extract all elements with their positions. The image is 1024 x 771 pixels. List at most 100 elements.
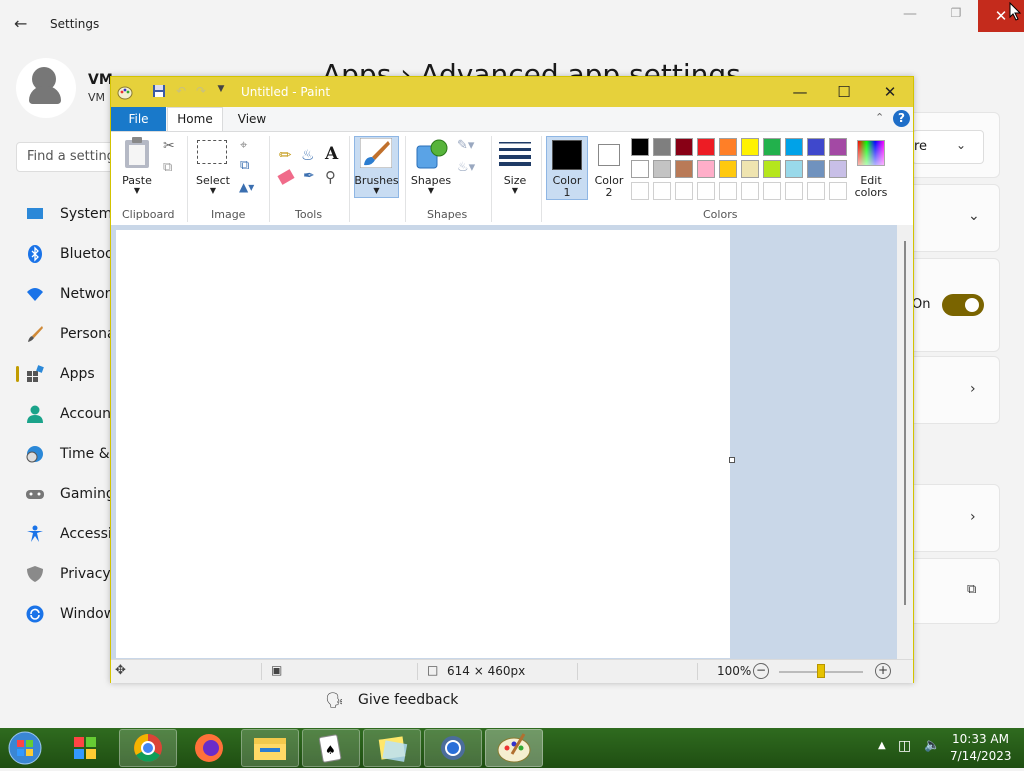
paste-icon[interactable] bbox=[123, 136, 151, 168]
custom-color-slot[interactable] bbox=[763, 182, 781, 200]
custom-color-slot[interactable] bbox=[719, 182, 737, 200]
eraser-icon[interactable] bbox=[277, 169, 295, 185]
size-dropdown-icon[interactable]: ▼ bbox=[495, 186, 535, 195]
sidebar-item-network[interactable]: Network & internet bbox=[16, 277, 116, 311]
tab-home[interactable]: Home bbox=[167, 107, 223, 131]
action-center-icon[interactable]: ◫ bbox=[898, 738, 911, 754]
custom-color-slot[interactable] bbox=[653, 182, 671, 200]
palette-swatch[interactable] bbox=[653, 138, 671, 156]
color2-swatch[interactable] bbox=[598, 144, 620, 166]
palette-swatch[interactable] bbox=[829, 160, 847, 178]
tab-view[interactable]: View bbox=[229, 107, 275, 131]
taskbar-file-explorer-icon[interactable] bbox=[241, 729, 299, 767]
undo-icon[interactable]: ↶ bbox=[173, 84, 189, 100]
vertical-scrollbar[interactable] bbox=[897, 225, 913, 659]
paint-minimize-button[interactable]: — bbox=[777, 77, 823, 107]
palette-swatch[interactable] bbox=[631, 160, 649, 178]
paste-dropdown-icon[interactable]: ▼ bbox=[119, 186, 155, 195]
sidebar-item-accessibility[interactable]: Accessibility bbox=[16, 517, 116, 551]
taskbar-firefox-icon[interactable] bbox=[180, 729, 238, 767]
palette-swatch[interactable] bbox=[763, 160, 781, 178]
zoom-slider-thumb[interactable] bbox=[817, 664, 825, 678]
palette-swatch[interactable] bbox=[829, 138, 847, 156]
redo-icon[interactable]: ↷ bbox=[193, 84, 209, 100]
select-icon[interactable] bbox=[197, 140, 227, 164]
paint-maximize-button[interactable]: ☐ bbox=[821, 77, 867, 107]
custom-color-slot[interactable] bbox=[829, 182, 847, 200]
custom-color-slot[interactable] bbox=[631, 182, 649, 200]
collapse-ribbon-icon[interactable]: ⌃ bbox=[875, 111, 884, 124]
crop-icon[interactable]: ⌖ bbox=[240, 138, 247, 153]
maximize-button[interactable]: ❐ bbox=[944, 6, 968, 26]
save-icon[interactable] bbox=[151, 84, 167, 100]
sidebar-item-gaming[interactable]: Gaming bbox=[16, 477, 116, 511]
shape-fill-icon[interactable]: ♨▾ bbox=[457, 160, 475, 175]
taskbar-settings-icon[interactable] bbox=[424, 729, 482, 767]
rotate-icon[interactable]: ▲▾ bbox=[239, 180, 254, 194]
resize-icon[interactable]: ⧉ bbox=[240, 158, 249, 173]
edit-colors-icon[interactable] bbox=[857, 140, 885, 166]
outline-icon[interactable]: ✎▾ bbox=[457, 138, 474, 153]
sidebar-item-privacy[interactable]: Privacy & security bbox=[16, 557, 116, 591]
palette-swatch[interactable] bbox=[697, 160, 715, 178]
help-icon[interactable]: ? bbox=[893, 110, 910, 127]
custom-color-slot[interactable] bbox=[807, 182, 825, 200]
sidebar-item-time-language[interactable]: Time & language bbox=[16, 437, 116, 471]
clock-time[interactable]: 10:33 AM bbox=[952, 732, 1009, 746]
paint-titlebar[interactable]: ↶ ↷ ▼ Untitled - Paint — ☐ ✕ bbox=[111, 77, 913, 107]
sidebar-item-apps[interactable]: Apps bbox=[16, 357, 116, 391]
sidebar-item-windows-update[interactable]: Windows Update bbox=[16, 597, 116, 631]
custom-color-slot[interactable] bbox=[741, 182, 759, 200]
custom-color-slot[interactable] bbox=[697, 182, 715, 200]
text-icon[interactable]: A bbox=[325, 144, 338, 164]
magnifier-icon[interactable]: ⚲ bbox=[325, 168, 336, 186]
scrollbar-thumb[interactable] bbox=[904, 241, 906, 605]
start-button[interactable] bbox=[6, 730, 44, 766]
sidebar-item-bluetooth[interactable]: Bluetooth & devices bbox=[16, 237, 116, 271]
taskbar-chrome-icon[interactable] bbox=[119, 729, 177, 767]
clock-date[interactable]: 7/14/2023 bbox=[950, 749, 1012, 763]
fill-icon[interactable]: ♨ bbox=[301, 146, 314, 164]
palette-swatch[interactable] bbox=[697, 138, 715, 156]
palette-swatch[interactable] bbox=[675, 160, 693, 178]
palette-swatch[interactable] bbox=[675, 138, 693, 156]
palette-swatch[interactable] bbox=[653, 160, 671, 178]
palette-swatch[interactable] bbox=[807, 138, 825, 156]
color-picker-icon[interactable]: ✒ bbox=[303, 168, 315, 184]
volume-icon[interactable]: 🔈 bbox=[924, 738, 940, 753]
taskbar-solitaire-icon[interactable]: ♠ bbox=[302, 729, 360, 767]
give-feedback-link[interactable]: Give feedback bbox=[358, 692, 458, 708]
zoom-in-button[interactable]: + bbox=[875, 663, 891, 679]
palette-swatch[interactable] bbox=[719, 138, 737, 156]
back-arrow-icon[interactable]: ← bbox=[14, 14, 36, 34]
pencil-icon[interactable]: ✏ bbox=[279, 146, 292, 164]
custom-color-slot[interactable] bbox=[675, 182, 693, 200]
copy-icon[interactable]: ⧉ bbox=[163, 160, 172, 175]
shapes-icon[interactable] bbox=[415, 138, 449, 170]
zoom-out-button[interactable]: − bbox=[753, 663, 769, 679]
cut-icon[interactable]: ✂ bbox=[163, 138, 175, 154]
taskbar-windows-icon[interactable] bbox=[56, 729, 114, 767]
palette-swatch[interactable] bbox=[763, 138, 781, 156]
tab-file[interactable]: File bbox=[111, 107, 166, 131]
palette-swatch[interactable] bbox=[785, 138, 803, 156]
paint-close-button[interactable]: ✕ bbox=[867, 77, 913, 107]
select-dropdown-icon[interactable]: ▼ bbox=[193, 186, 233, 195]
canvas-resize-handle[interactable] bbox=[729, 457, 735, 463]
taskbar-sticky-notes-icon[interactable] bbox=[363, 729, 421, 767]
palette-swatch[interactable] bbox=[741, 160, 759, 178]
palette-swatch[interactable] bbox=[631, 138, 649, 156]
palette-swatch[interactable] bbox=[741, 138, 759, 156]
drawing-canvas[interactable] bbox=[116, 230, 730, 658]
customize-qat-icon[interactable]: ▼ bbox=[213, 84, 229, 100]
size-icon[interactable] bbox=[499, 140, 531, 166]
palette-swatch[interactable] bbox=[719, 160, 737, 178]
palette-swatch[interactable] bbox=[807, 160, 825, 178]
sidebar-item-personalization[interactable]: Personalization bbox=[16, 317, 116, 351]
taskbar-paint-icon[interactable] bbox=[485, 729, 543, 767]
sidebar-item-system[interactable]: System bbox=[16, 197, 116, 231]
minimize-button[interactable]: — bbox=[898, 6, 922, 26]
shapes-dropdown-icon[interactable]: ▼ bbox=[409, 186, 453, 195]
custom-color-slot[interactable] bbox=[785, 182, 803, 200]
paint-app-icon[interactable] bbox=[117, 84, 133, 100]
